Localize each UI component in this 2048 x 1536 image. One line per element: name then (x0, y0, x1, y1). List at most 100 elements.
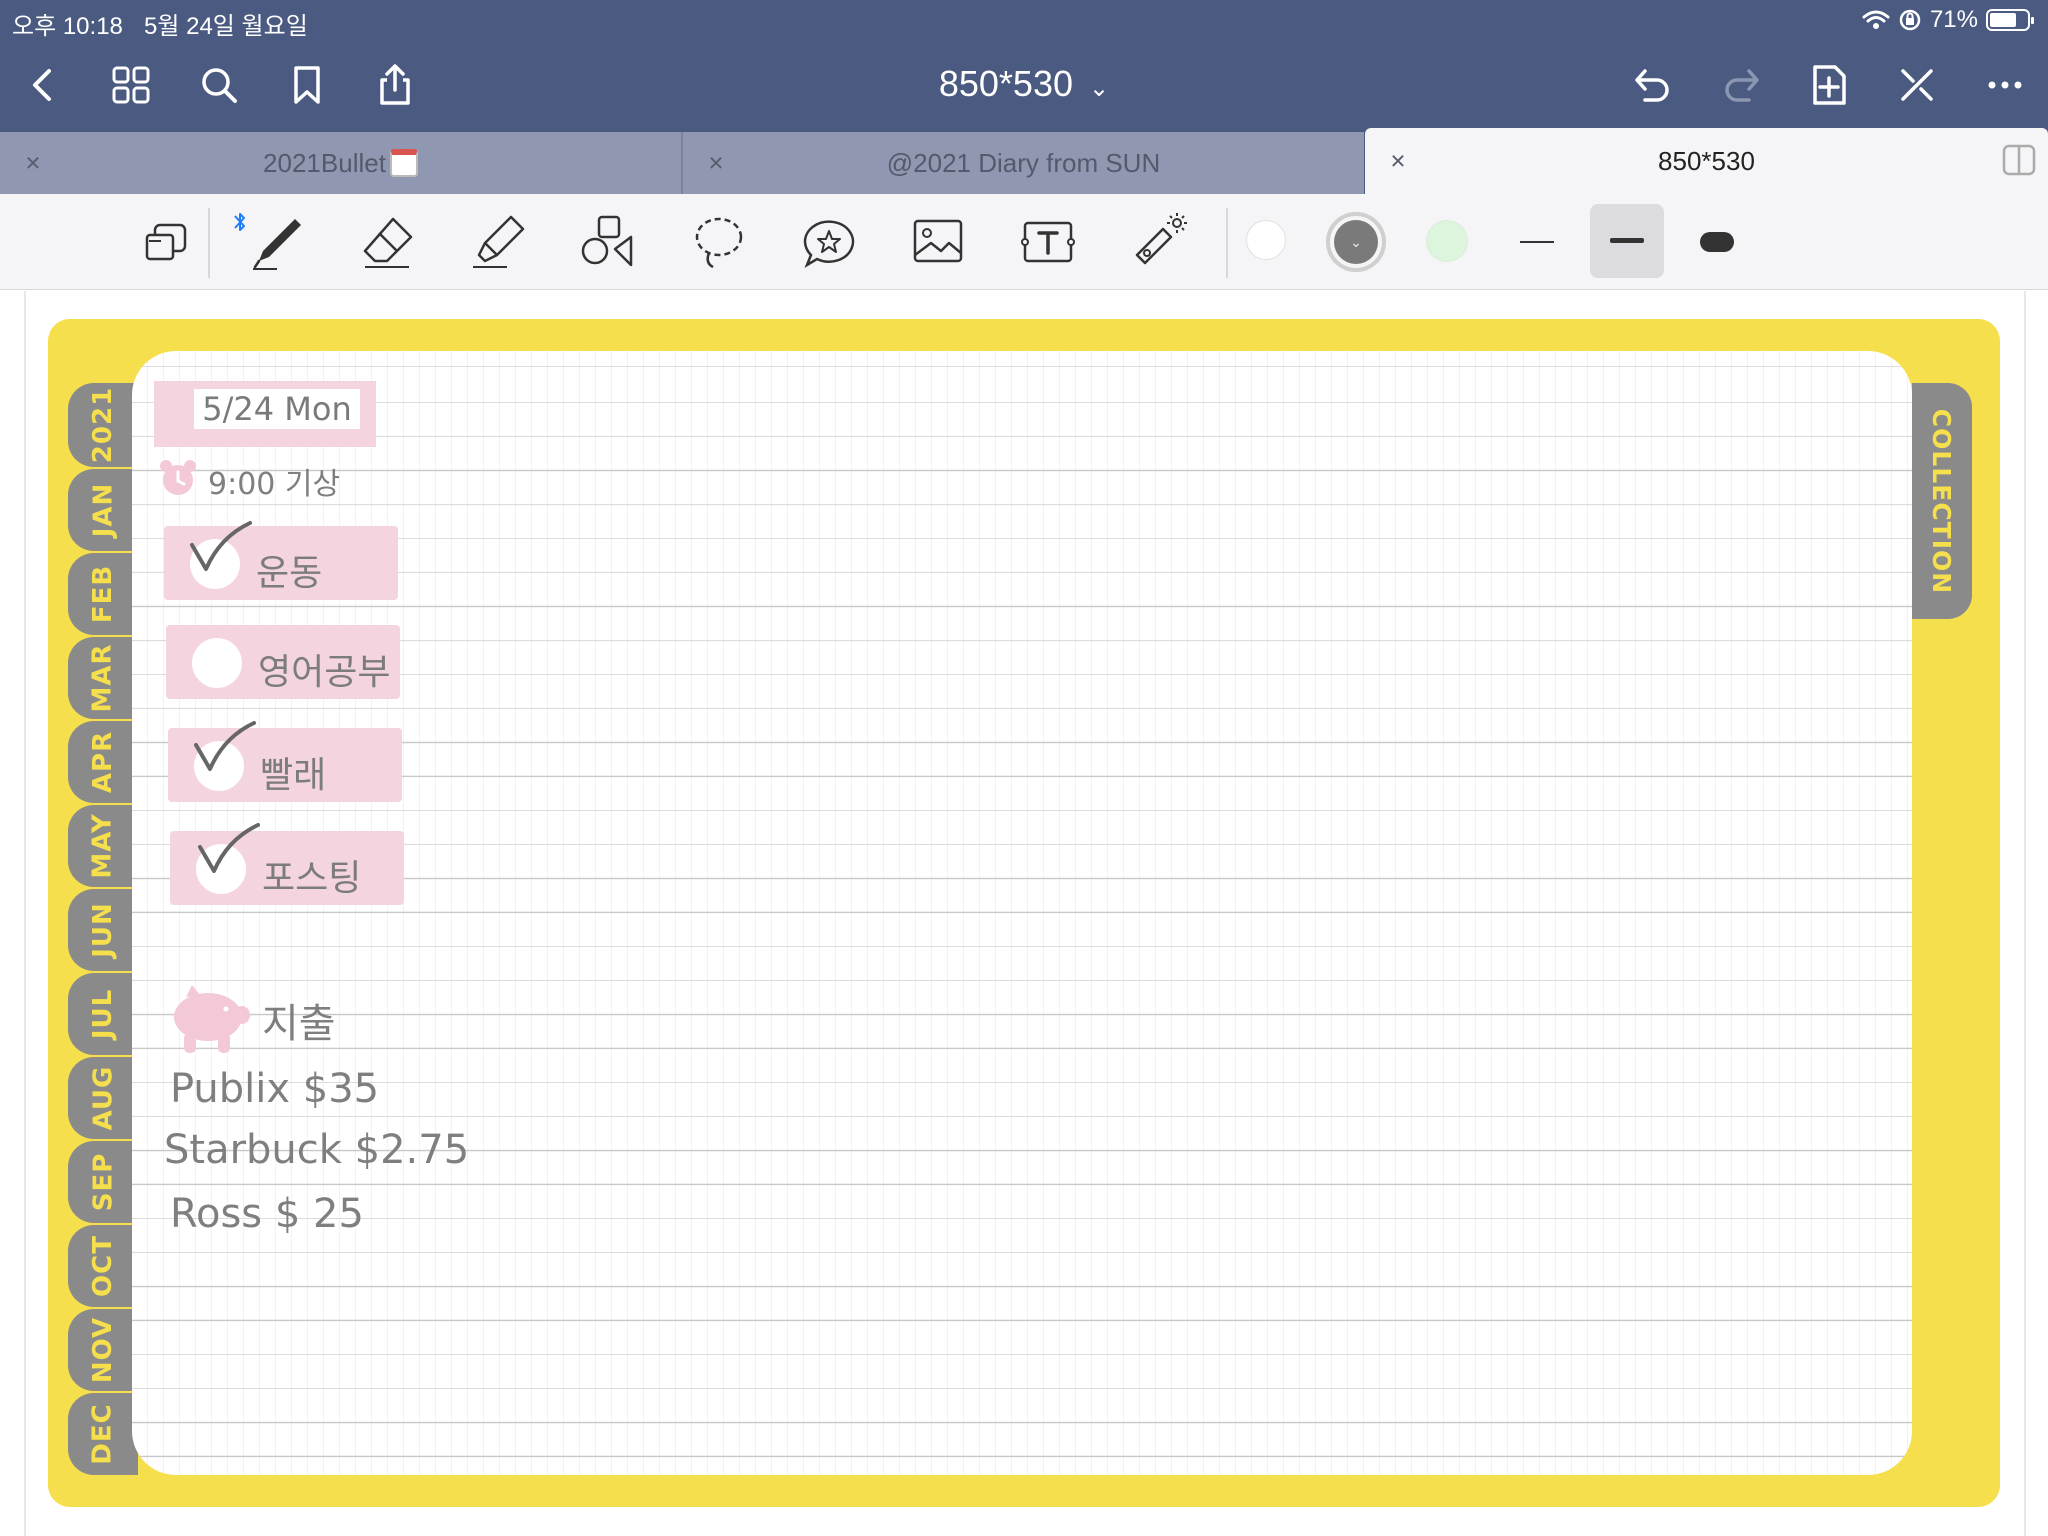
grid-icon (112, 66, 150, 104)
tab-month-sep[interactable]: SEP (68, 1141, 138, 1223)
top-bar: 오후 10:18 5월 24일 월요일 71% 850*530 ⌄ (0, 0, 2048, 132)
bookmark-icon (294, 66, 320, 104)
stroke-width-thick-sample (1700, 232, 1734, 252)
lasso-icon (695, 217, 743, 269)
tab-month-aug[interactable]: AUG (68, 1057, 138, 1139)
orientation-lock-icon (1899, 9, 1921, 31)
tab-month-may[interactable]: MAY (68, 805, 138, 887)
stroke-width-thin[interactable] (1514, 224, 1564, 260)
tab-month-mar[interactable]: MAR (68, 637, 138, 719)
chevron-down-icon: ⌄ (1334, 220, 1378, 264)
tool-shapes[interactable] (570, 204, 646, 280)
battery-level (1990, 13, 2016, 27)
status-indicators: 71% (1862, 5, 2034, 35)
status-time: 오후 10:18 (12, 13, 123, 40)
expense-item: Publix $35 (170, 1066, 380, 1112)
back-button[interactable] (18, 60, 68, 110)
stroke-width-thin-sample (1520, 241, 1554, 243)
expense-title: 지출 (262, 1001, 336, 1047)
stroke-width-thick[interactable] (1694, 224, 1744, 260)
tab-month-jun[interactable]: JUN (68, 889, 138, 971)
sticker-icon (803, 220, 855, 268)
tab-close-button[interactable]: × (701, 148, 731, 179)
color-swatch-green[interactable] (1426, 220, 1468, 262)
search-icon (202, 68, 237, 103)
task-label: 운동 (256, 553, 323, 594)
tool-lasso[interactable] (680, 204, 756, 280)
more-button[interactable] (1980, 60, 2030, 110)
checkmark-icon (198, 823, 260, 873)
tab-month-apr[interactable]: APR (68, 721, 138, 803)
toolbar-divider (1226, 208, 1228, 278)
bookmark-button[interactable] (282, 60, 332, 110)
tool-eraser[interactable] (350, 204, 426, 280)
tab-2021bullet[interactable]: × 2021Bullet (0, 132, 681, 194)
wake-time-note: 9:00 기상 (208, 467, 341, 502)
split-view-icon[interactable] (2002, 144, 2036, 176)
planner-page: 2021 JAN FEB MAR APR MAY JUN JUL AUG SEP… (48, 319, 2000, 1507)
tab-close-button[interactable]: × (1383, 146, 1413, 177)
toolbar-divider (208, 208, 210, 278)
tool-pen[interactable] (240, 204, 316, 280)
pen-icon (253, 219, 301, 270)
search-button[interactable] (194, 60, 244, 110)
chevron-down-icon[interactable]: ⌄ (1089, 75, 1109, 102)
tool-laser-pointer[interactable] (1120, 204, 1196, 280)
tab-label: 2021Bullet (263, 147, 386, 178)
tab-collection[interactable]: COLLECTION (1912, 383, 1972, 619)
share-button[interactable] (370, 60, 420, 110)
tab-month-dec[interactable]: DEC (68, 1393, 138, 1475)
redo-button[interactable] (1716, 60, 1766, 110)
expense-item: Starbuck $2.75 (164, 1127, 470, 1173)
battery-icon (1986, 9, 2034, 31)
more-icon (1988, 81, 2022, 89)
undo-icon (1635, 69, 1669, 102)
tool-text[interactable] (1010, 204, 1086, 280)
stroke-width-medium[interactable] (1590, 204, 1664, 278)
tab-year-2021[interactable]: 2021 (68, 383, 138, 467)
text-box-icon (1021, 221, 1075, 263)
tab-month-feb[interactable]: FEB (68, 553, 138, 635)
tab-month-jan[interactable]: JAN (68, 469, 138, 551)
note-canvas[interactable]: 2021 JAN FEB MAR APR MAY JUN JUL AUG SEP… (0, 291, 2048, 1536)
tab-close-button[interactable]: × (18, 148, 48, 179)
add-page-icon (1813, 65, 1846, 105)
tab-month-jul[interactable]: JUL (68, 973, 138, 1055)
eraser-icon (363, 217, 413, 268)
pencil-cross-icon (1901, 69, 1933, 101)
tab-850x530[interactable]: × 850*530 (1365, 128, 2048, 194)
highlighter-icon (473, 215, 525, 268)
thumbnails-button[interactable] (106, 60, 156, 110)
tab-bar: × 2021Bullet × @2021 Diary from SUN × 85… (0, 128, 2048, 194)
edit-mode-button[interactable] (1892, 60, 1942, 110)
add-page-button[interactable] (1804, 60, 1854, 110)
tool-bar: ⌄ (0, 194, 2048, 290)
laser-pointer-icon (1135, 213, 1187, 265)
page-edge (2024, 291, 2026, 1536)
task-item: 영어공부 (166, 625, 400, 699)
task-label: 포스팅 (262, 858, 362, 899)
stroke-width-medium-sample (1610, 238, 1644, 243)
checkmark-icon (190, 521, 252, 571)
color-swatch-white[interactable] (1246, 220, 1286, 260)
calendar-icon (389, 149, 418, 177)
wifi-icon (1862, 10, 1890, 29)
color-swatch-gray-selected[interactable]: ⌄ (1326, 212, 1386, 272)
undo-button[interactable] (1628, 60, 1678, 110)
ruled-paper[interactable] (132, 351, 1912, 1475)
task-label: 영어공부 (258, 652, 391, 693)
tool-sticker[interactable] (790, 204, 866, 280)
tool-highlighter[interactable] (460, 204, 536, 280)
tool-lasso-shape[interactable] (128, 204, 204, 280)
tab-2021-diary[interactable]: × @2021 Diary from SUN (683, 132, 1364, 194)
tab-month-nov[interactable]: NOV (68, 1309, 138, 1391)
checkmark-icon (194, 721, 256, 771)
shape-select-icon (145, 223, 187, 261)
tab-month-oct[interactable]: OCT (68, 1225, 138, 1307)
task-checkbox[interactable] (192, 638, 242, 688)
expense-item: Ross $ 25 (170, 1191, 364, 1237)
share-icon (380, 64, 410, 105)
shapes-icon (581, 215, 633, 267)
tool-image[interactable] (900, 204, 976, 280)
document-title[interactable]: 850*530 (939, 63, 1073, 104)
